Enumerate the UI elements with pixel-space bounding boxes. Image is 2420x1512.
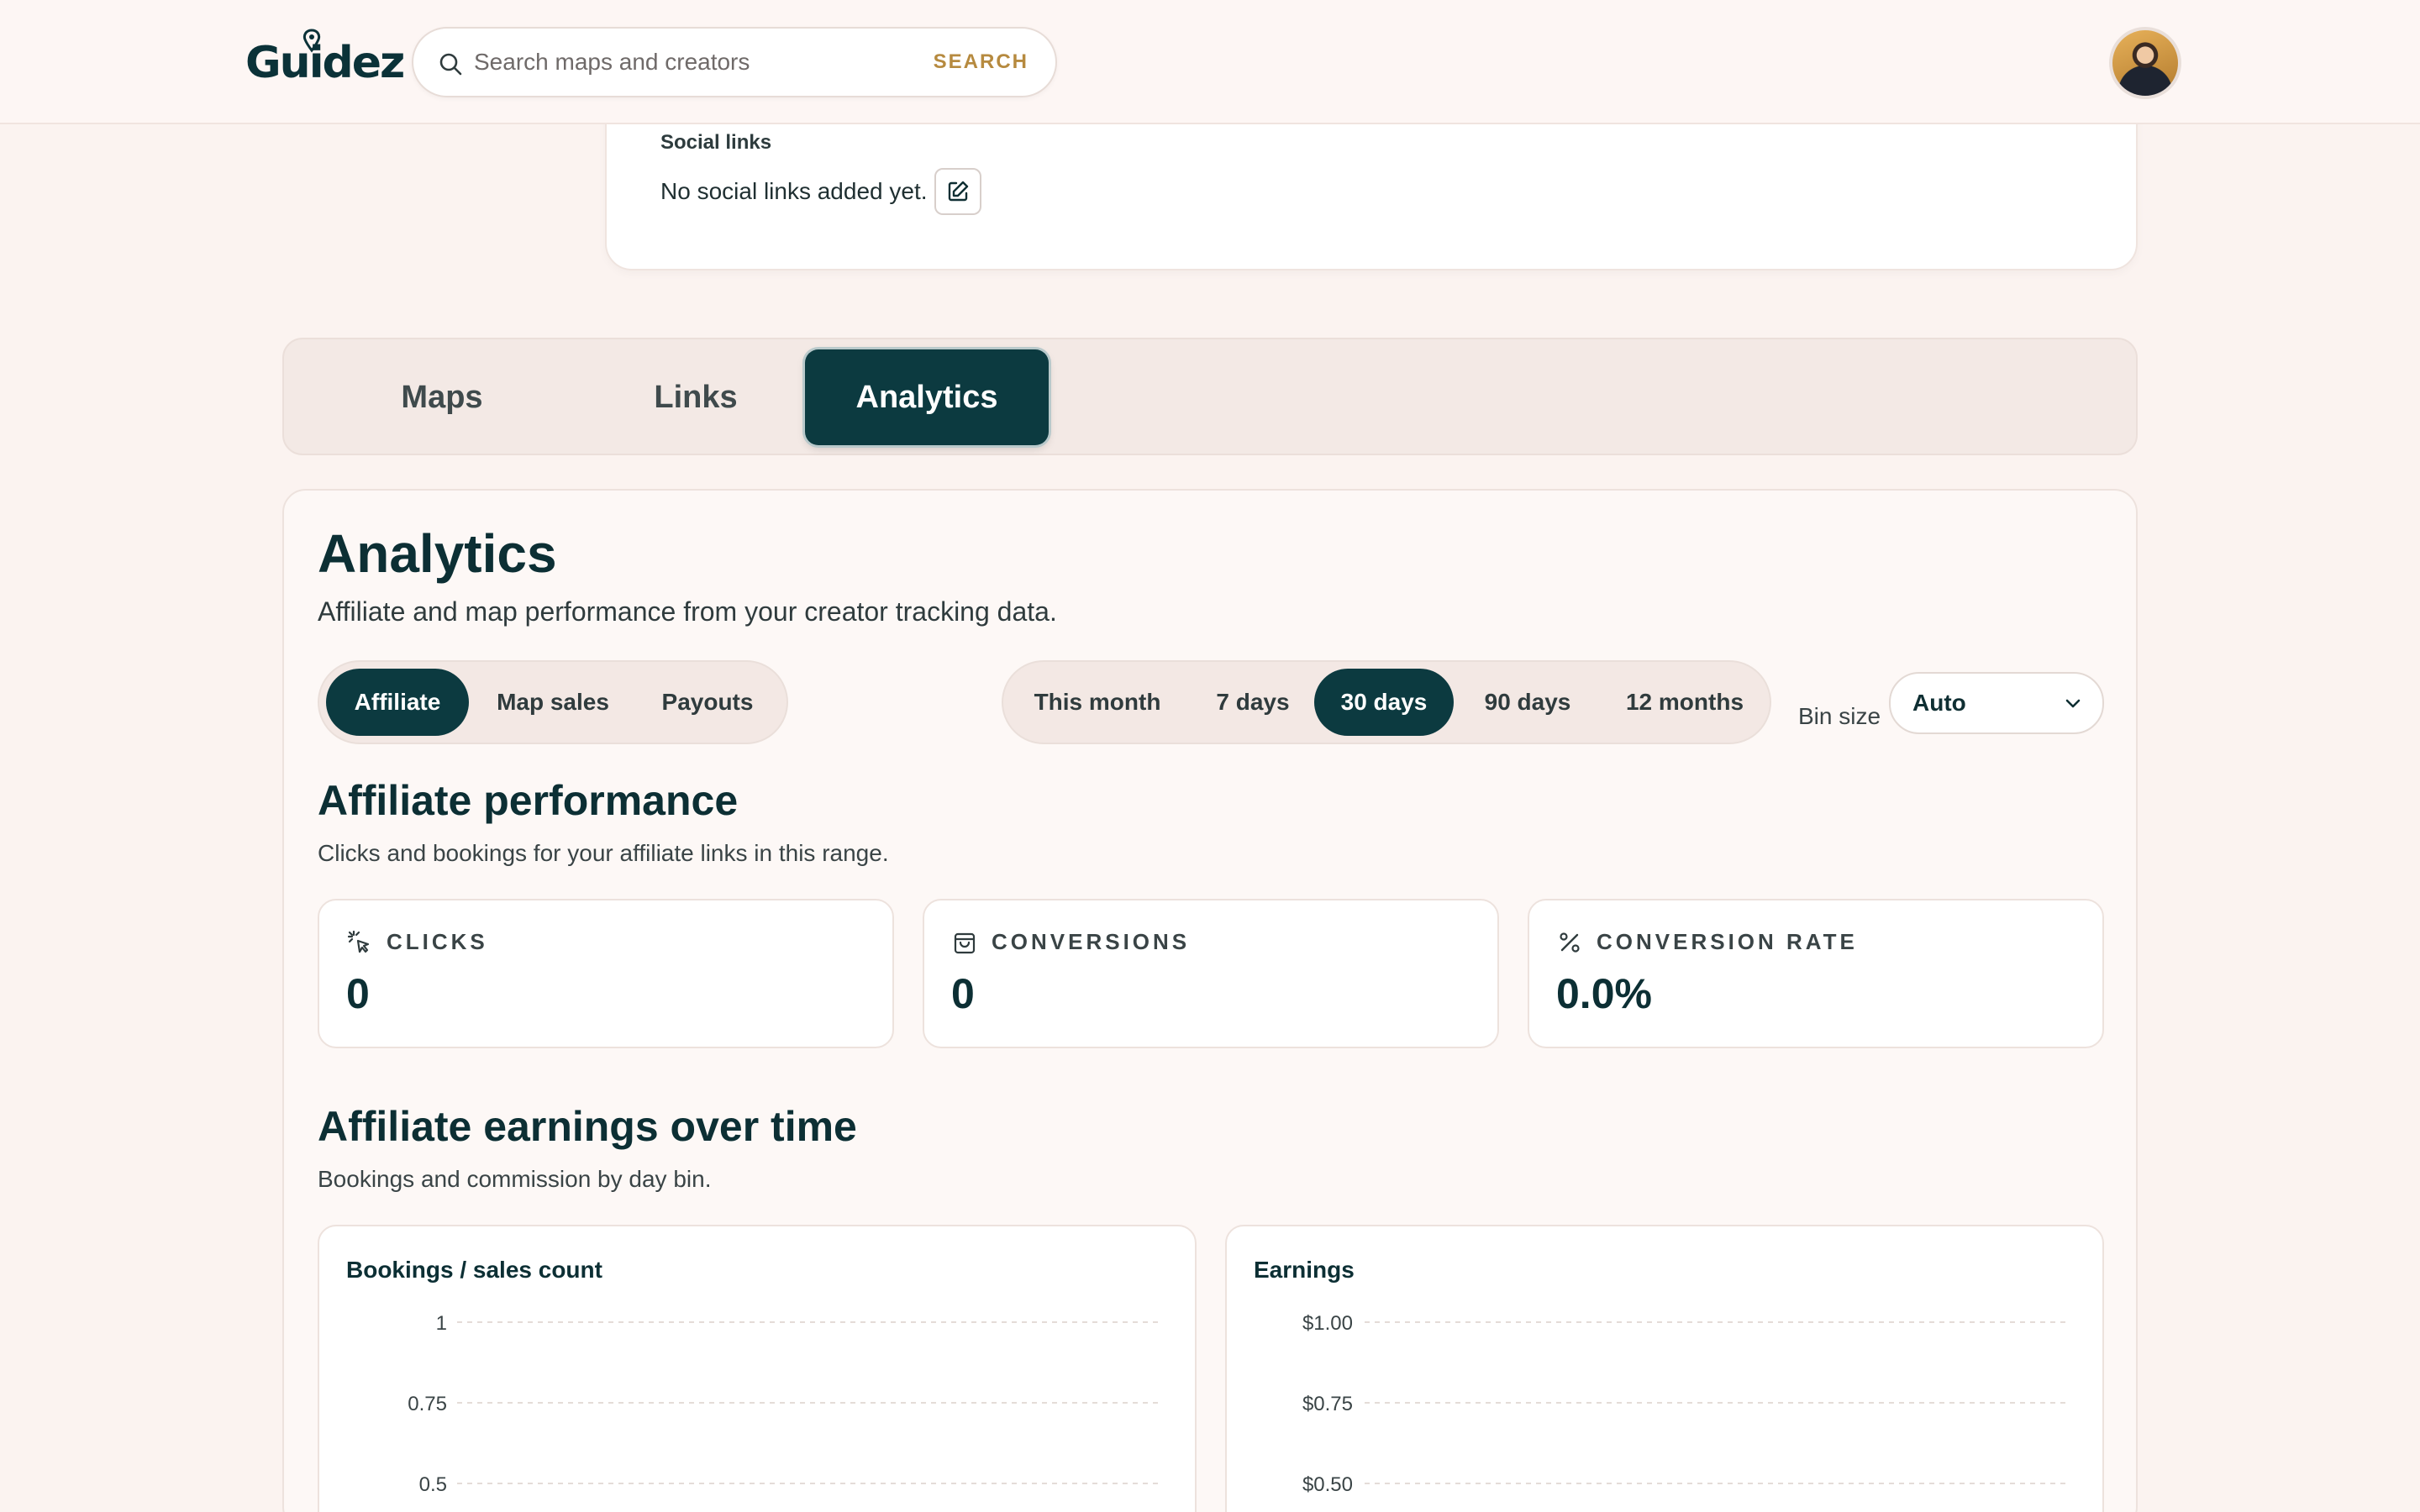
edit-social-links-button[interactable] xyxy=(934,168,981,215)
stat-value-conversions: 0 xyxy=(951,970,975,1017)
analytics-subtitle: Affiliate and map performance from your … xyxy=(318,596,1057,627)
social-links-empty-text: No social links added yet. xyxy=(660,178,928,204)
search-bar[interactable]: Search maps and creators SEARCH xyxy=(412,27,1057,97)
mode-map-sales[interactable]: Map sales xyxy=(477,669,629,736)
map-pin-icon xyxy=(302,29,321,53)
y-tick-label: 0.5 xyxy=(419,1473,447,1496)
tab-analytics[interactable]: Analytics xyxy=(805,349,1049,445)
range-90-days[interactable]: 90 days xyxy=(1457,669,1598,736)
cursor-click-icon xyxy=(347,930,370,953)
affiliate-performance-subtitle: Clicks and bookings for your affiliate l… xyxy=(318,840,889,866)
percent-icon xyxy=(1560,932,1580,953)
analytics-panel: Analytics Affiliate and map performance … xyxy=(282,489,2138,1512)
range-this-month[interactable]: This month xyxy=(1010,669,1185,736)
search-input[interactable]: Search maps and creators xyxy=(474,29,750,96)
social-links-label: Social links xyxy=(660,131,772,154)
edit-icon xyxy=(948,181,969,202)
guidez-logo[interactable]: Guidez xyxy=(245,29,405,94)
date-range-selector: This month 7 days 30 days 90 days 12 mon… xyxy=(1002,660,1771,744)
profile-tabs: Maps Links Analytics xyxy=(282,338,2138,455)
user-avatar[interactable] xyxy=(2109,27,2181,99)
bookings-chart: 1 0.75 0.5 xyxy=(408,1312,1160,1496)
y-tick-label: $1.00 xyxy=(1302,1312,1353,1335)
shopping-bag-icon xyxy=(954,932,976,954)
bin-size-value: Auto xyxy=(1912,690,1966,716)
analytics-title: Analytics xyxy=(318,523,557,584)
stat-label-clicks: CLICKS xyxy=(387,929,488,954)
earnings-over-time-title: Affiliate earnings over time xyxy=(318,1103,857,1150)
tab-maps[interactable]: Maps xyxy=(333,349,551,445)
y-tick-label: $0.50 xyxy=(1302,1473,1353,1496)
stat-label-conversions: CONVERSIONS xyxy=(992,929,1191,954)
range-12-months[interactable]: 12 months xyxy=(1605,669,1765,736)
stat-label-conversion-rate: CONVERSION RATE xyxy=(1597,929,1858,954)
mode-payouts[interactable]: Payouts xyxy=(635,669,780,736)
stat-value-conversion-rate: 0.0% xyxy=(1556,970,1652,1017)
earnings-chart: $1.00 $0.75 $0.50 xyxy=(1302,1312,2067,1496)
earnings-chart-card: Earnings $1.00 $0.75 $0.50 xyxy=(1225,1225,2104,1512)
y-tick-label: $0.75 xyxy=(1302,1393,1353,1415)
bin-size-label: Bin size xyxy=(1798,703,1881,729)
stat-value-clicks: 0 xyxy=(346,970,370,1017)
search-icon xyxy=(439,53,462,76)
analytics-mode-selector: Affiliate Map sales Payouts xyxy=(318,660,788,744)
search-button[interactable]: SEARCH xyxy=(934,29,1028,96)
affiliate-performance-title: Affiliate performance xyxy=(318,777,739,824)
logo-text: Guidez xyxy=(245,38,405,88)
range-30-days[interactable]: 30 days xyxy=(1314,669,1454,736)
chevron-down-icon xyxy=(2065,699,2081,708)
bin-size-select[interactable]: Auto xyxy=(1889,672,2104,734)
mode-affiliate[interactable]: Affiliate xyxy=(326,669,469,736)
y-tick-label: 1 xyxy=(436,1312,447,1335)
top-header: Guidez Search maps and creators SEARCH xyxy=(0,0,2420,124)
bookings-chart-card: Bookings / sales count 1 0.75 0.5 xyxy=(318,1225,1197,1512)
earnings-over-time-subtitle: Bookings and commission by day bin. xyxy=(318,1166,712,1192)
y-tick-label: 0.75 xyxy=(408,1393,447,1415)
range-7-days[interactable]: 7 days xyxy=(1190,669,1316,736)
tab-links[interactable]: Links xyxy=(587,349,805,445)
stat-card-conversions: CONVERSIONS 0 xyxy=(923,899,1499,1048)
stat-card-conversion-rate: CONVERSION RATE 0.0% xyxy=(1528,899,2104,1048)
stat-card-clicks: CLICKS 0 xyxy=(318,899,894,1048)
